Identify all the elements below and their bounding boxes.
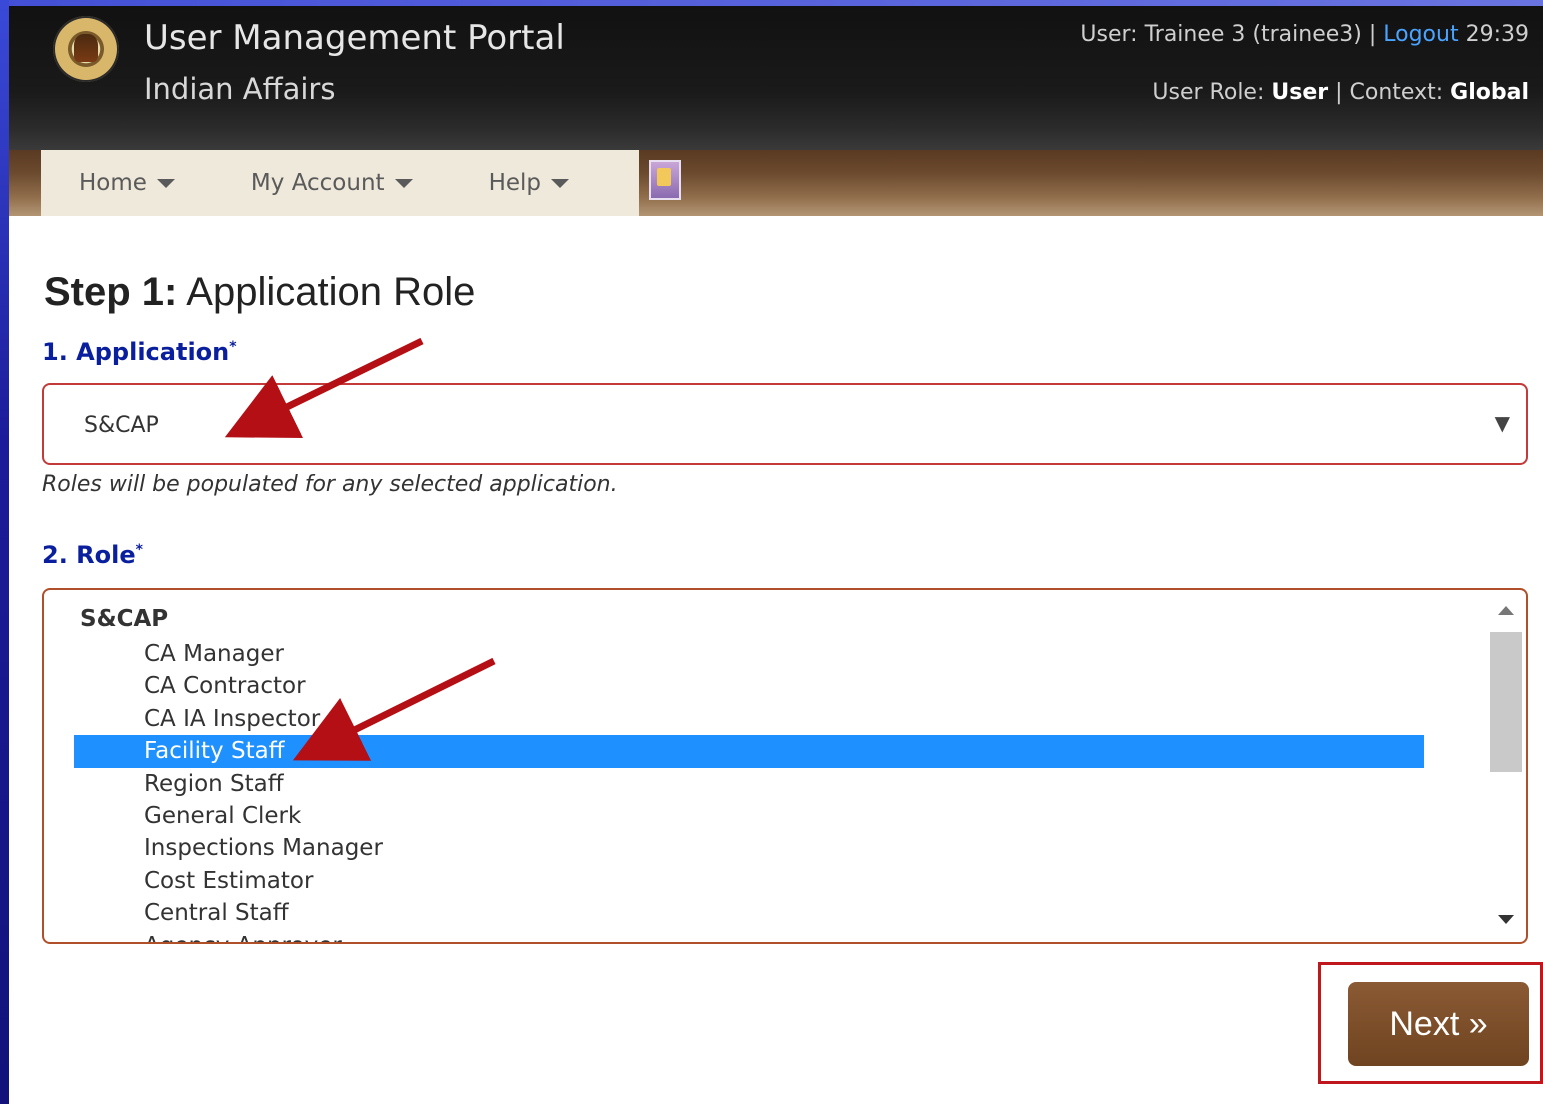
role-option[interactable]: Agency Approver (74, 930, 1424, 942)
scroll-down-icon[interactable] (1498, 915, 1514, 924)
role-option[interactable]: Cost Estimator (74, 865, 1424, 897)
logout-link[interactable]: Logout (1383, 22, 1458, 47)
required-marker: * (229, 339, 237, 355)
role-label-text: 2. Role (42, 541, 136, 569)
application-help-text: Roles will be populated for any selected… (42, 472, 618, 497)
role-option[interactable]: Region Staff (74, 768, 1424, 800)
portal-title: User Management Portal (144, 18, 565, 58)
nav-item-label: Help (488, 170, 541, 196)
role-value: User (1271, 80, 1329, 105)
role-option[interactable]: General Clerk (74, 800, 1424, 832)
nav-item-label: My Account (250, 170, 385, 196)
portal-subtitle: Indian Affairs (144, 72, 336, 106)
left-blue-strip (0, 0, 9, 1104)
user-info: User: Trainee 3 (trainee3) | Logout 29:3… (1080, 22, 1529, 47)
role-option[interactable]: CA IA Inspector (74, 703, 1424, 735)
chevron-down-icon (394, 178, 413, 188)
role-options: CA Manager CA Contractor CA IA Inspector… (44, 638, 1458, 942)
dropdown-arrow-icon: ▼ (1494, 411, 1510, 435)
bookmark-icon[interactable] (649, 160, 681, 200)
portal-header: User Management Portal Indian Affairs Us… (9, 6, 1543, 150)
next-button[interactable]: Next » (1348, 982, 1529, 1066)
scroll-thumb[interactable] (1490, 632, 1522, 772)
required-marker: * (135, 542, 143, 558)
step-title-text: Application Role (186, 270, 476, 314)
role-context-info: User Role: User | Context: Global (1152, 80, 1529, 105)
application-select[interactable]: S&CAP ▼ (42, 383, 1528, 465)
nav-menu: Home My Account Help (41, 150, 639, 216)
role-scrollbar[interactable] (1488, 598, 1522, 938)
user-name-text: User: Trainee 3 (trainee3) | (1080, 22, 1377, 47)
application-label-text: 1. Application (42, 338, 230, 366)
role-option[interactable]: CA Contractor (74, 670, 1424, 702)
role-option[interactable]: CA Manager (74, 638, 1424, 670)
nav-item-label: Home (79, 170, 147, 196)
role-prefix: User Role: (1152, 80, 1265, 105)
chevron-down-icon (156, 178, 175, 188)
step-number: Step 1: (44, 270, 178, 314)
session-timer: 29:39 (1465, 22, 1529, 47)
role-listbox[interactable]: S&CAP CA Manager CA Contractor CA IA Ins… (42, 588, 1528, 944)
role-option-selected[interactable]: Facility Staff (74, 735, 1424, 768)
chevron-down-icon (551, 178, 569, 188)
main-navbar: Home My Account Help (9, 150, 1543, 216)
department-seal-icon (53, 16, 119, 82)
context-prefix: | Context: (1335, 80, 1444, 105)
nav-item-home[interactable]: Home (41, 170, 213, 196)
role-option[interactable]: Central Staff (74, 897, 1424, 929)
role-group-header: S&CAP (80, 606, 169, 632)
nav-item-my-account[interactable]: My Account (213, 170, 451, 196)
nav-item-help[interactable]: Help (451, 170, 607, 196)
role-label: 2. Role* (42, 541, 143, 569)
context-value: Global (1450, 80, 1529, 105)
application-selected-value: S&CAP (84, 413, 159, 438)
application-label: 1. Application* (42, 338, 237, 366)
page-title: Step 1: Application Role (44, 270, 475, 315)
role-option[interactable]: Inspections Manager (74, 832, 1424, 864)
scroll-up-icon[interactable] (1498, 606, 1514, 615)
